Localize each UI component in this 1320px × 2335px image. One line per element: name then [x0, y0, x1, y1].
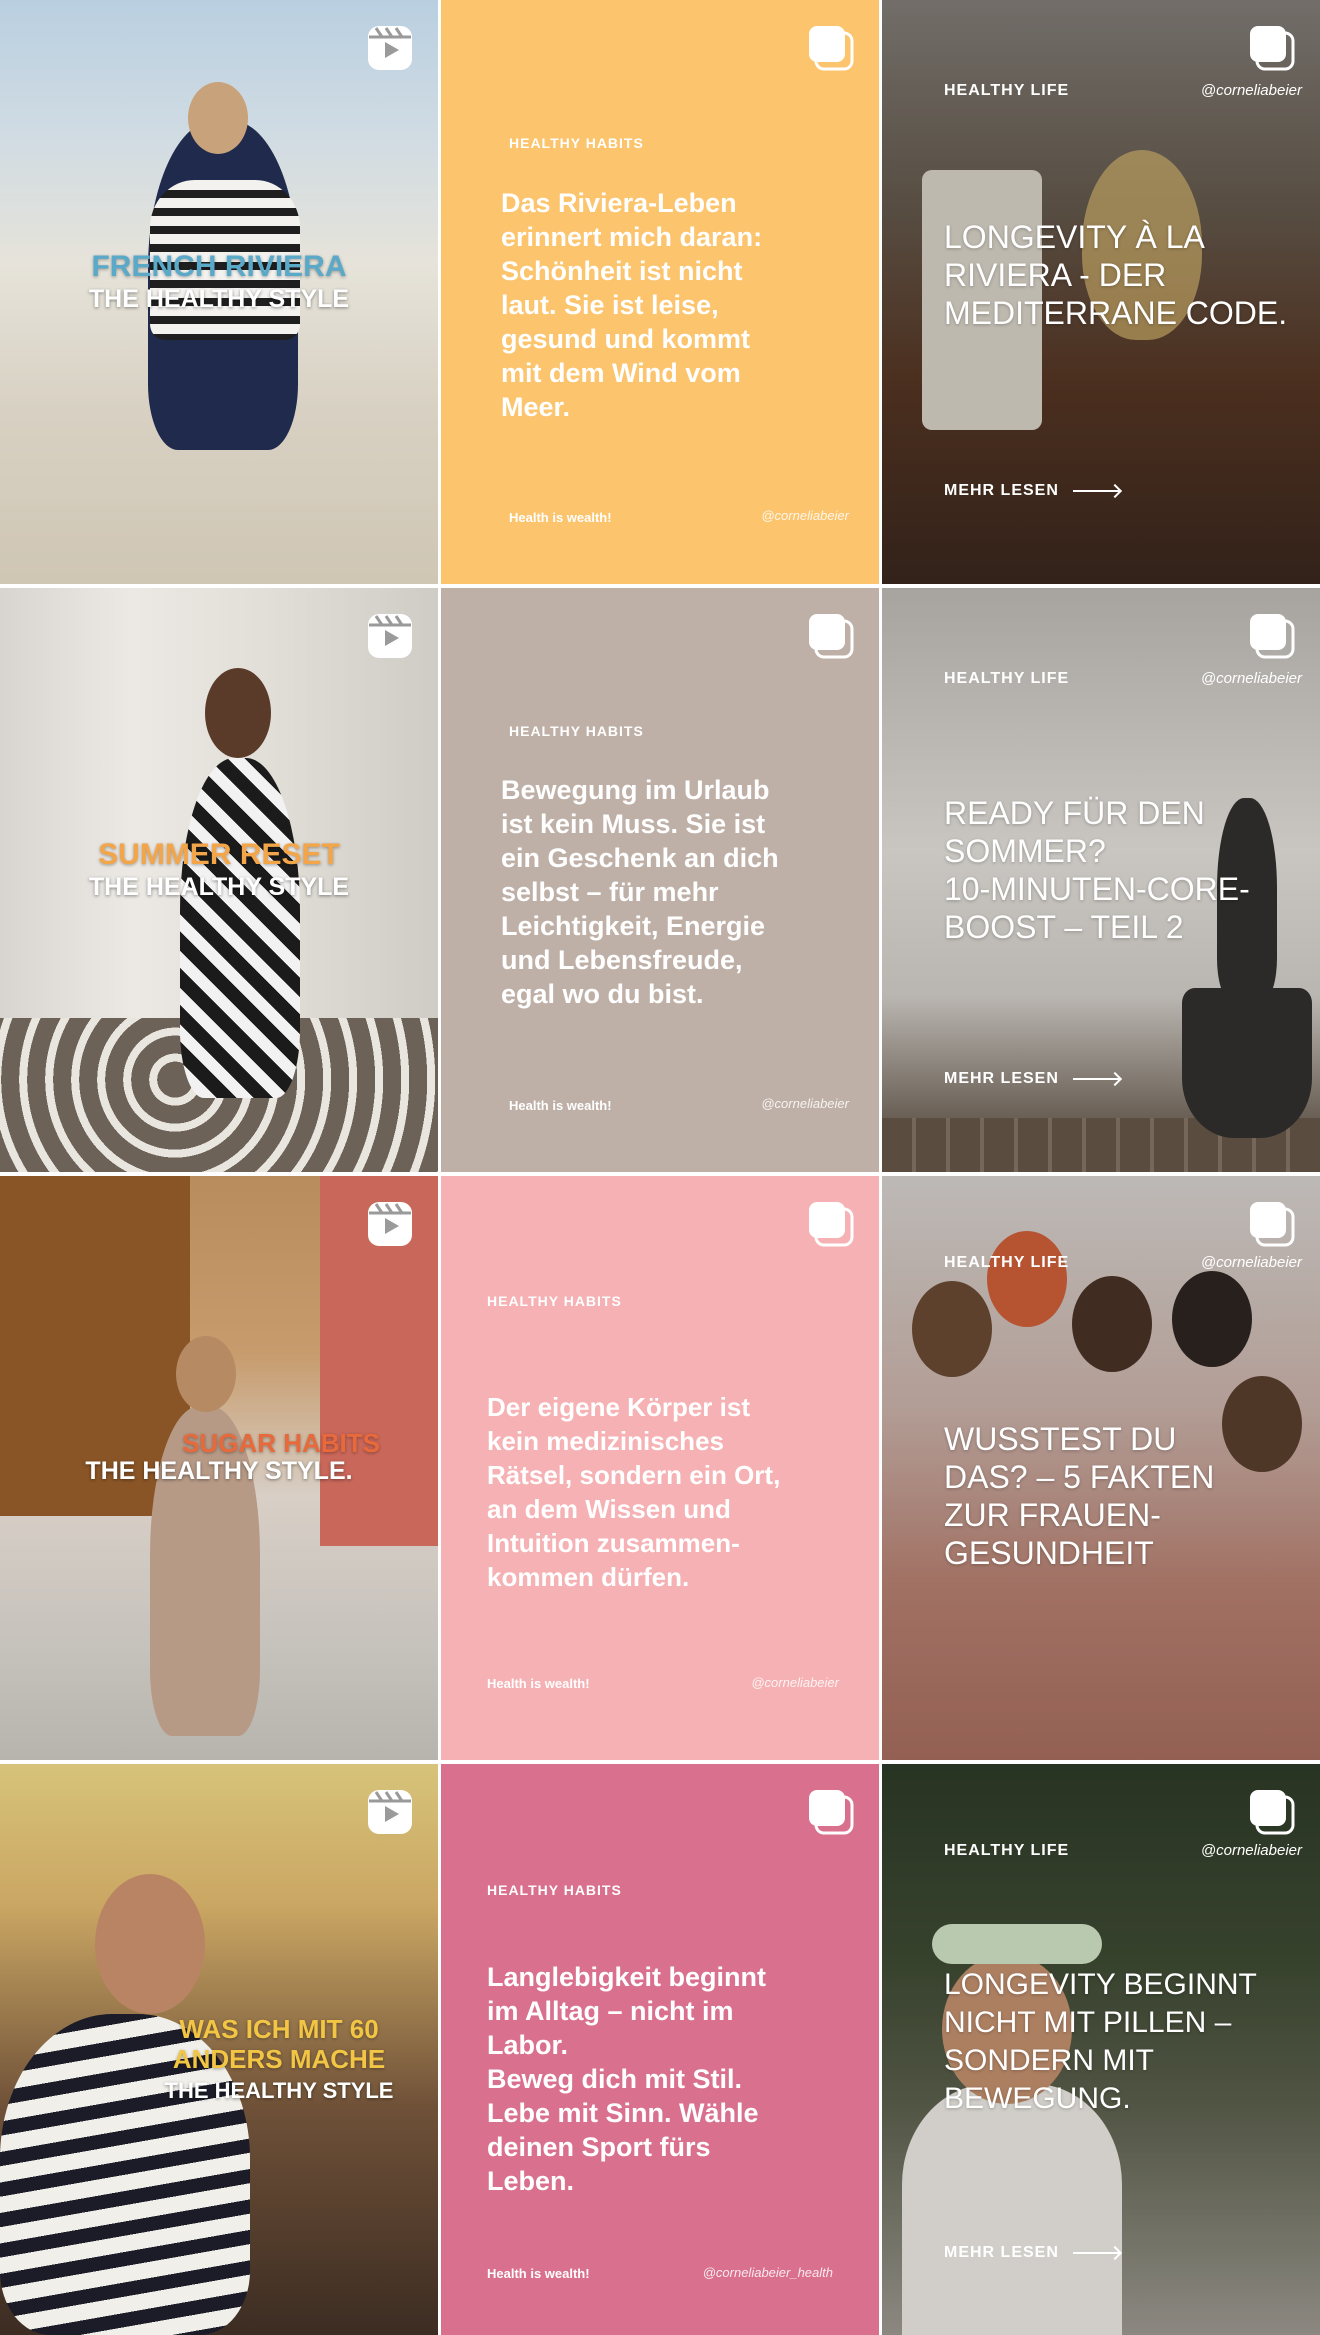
carousel-icon [807, 1200, 855, 1248]
post-reel-sugar-habits[interactable]: SUGAR HABITS THE HEALTHY STYLE. [0, 1176, 438, 1760]
post-title: READY FÜR DEN SOMMER? 10-MINUTEN-CORE- B… [944, 795, 1250, 945]
card-footer: Health is wealth! [509, 1098, 612, 1113]
reel-icon [366, 24, 414, 72]
post-longevity-riviera[interactable]: HEALTHY LIFE @corneliabeier LONGEVITY À … [882, 0, 1320, 584]
post-title: LONGEVITY À LA RIVIERA - DER MEDITERRANE… [944, 219, 1288, 331]
card-body: Langlebigkeit beginnt im Alltag – nicht … [487, 1962, 767, 2196]
card-kicker: HEALTHY HABITS [509, 135, 644, 151]
woman-head [95, 1874, 205, 2014]
reel-subtitle: THE HEALTHY STYLE [164, 2078, 394, 2103]
woman-head [176, 1336, 236, 1412]
card-body: Bewegung im Urlaub ist kein Muss. Sie is… [501, 775, 779, 1009]
post-reel-summer-reset[interactable]: SUMMER RESET THE HEALTHY STYLE [0, 588, 438, 1172]
yoga-legs [1182, 988, 1312, 1138]
card-kicker: HEALTHY HABITS [487, 1293, 622, 1309]
post-handle: @corneliabeier [1200, 82, 1302, 99]
post-card-langlebigkeit[interactable]: HEALTHY HABITS Langlebigkeit beginnt im … [441, 1764, 879, 2335]
carousel-icon [1248, 612, 1296, 660]
reel-subtitle: THE HEALTHY STYLE [88, 873, 350, 901]
post-card-bewegung-urlaub[interactable]: HEALTHY HABITS Bewegung im Urlaub ist ke… [441, 588, 879, 1172]
carousel-icon [807, 24, 855, 72]
card-handle: @corneliabeier [751, 1675, 839, 1690]
arrow-right-icon [1072, 2251, 1119, 2254]
read-more-label: MEHR LESEN [944, 2244, 1059, 2261]
card-body: Das Riviera-Leben erinnert mich daran: S… [501, 188, 763, 422]
post-card-eigener-koerper[interactable]: HEALTHY HABITS Der eigene Körper ist kei… [441, 1176, 879, 1760]
carousel-icon [1248, 24, 1296, 72]
card-kicker: HEALTHY HABITS [509, 723, 644, 739]
carousel-icon [1248, 1788, 1296, 1836]
read-more-label: MEHR LESEN [944, 482, 1059, 499]
woman-head [205, 668, 271, 758]
read-more-link[interactable]: MEHR LESEN [944, 2244, 1119, 2262]
post-longevity-bewegung[interactable]: HEALTHY LIFE @corneliabeier LONGEVITY BE… [882, 1764, 1320, 2335]
reel-title: SUMMER RESET [98, 838, 340, 871]
card-kicker: HEALTHY HABITS [487, 1882, 622, 1898]
carousel-icon [1248, 1200, 1296, 1248]
reel-subtitle: THE HEALTHY STYLE [88, 285, 350, 313]
post-ready-fuer-sommer[interactable]: HEALTHY LIFE @corneliabeier READY FÜR DE… [882, 588, 1320, 1172]
profile-post-grid: FRENCH RIVIERA THE HEALTHY STYLE HEALTHY… [0, 0, 1320, 2335]
reel-icon [366, 612, 414, 660]
reel-title: SUGAR HABITS [182, 1428, 380, 1458]
post-wusstest-du-das[interactable]: HEALTHY LIFE @corneliabeier WUSSTEST DU … [882, 1176, 1320, 1760]
read-more-link[interactable]: MEHR LESEN [944, 482, 1119, 500]
woman-head [188, 82, 248, 154]
post-kicker: HEALTHY LIFE [944, 1842, 1070, 1859]
card-handle: @corneliabeier [761, 508, 849, 523]
post-reel-french-riviera[interactable]: FRENCH RIVIERA THE HEALTHY STYLE [0, 0, 438, 584]
card-body: Der eigene Körper ist kein medizinisches… [487, 1392, 781, 1592]
post-kicker: HEALTHY LIFE [944, 670, 1070, 687]
card-handle: @corneliabeier_health [702, 2265, 833, 2280]
arrow-right-icon [1072, 1077, 1119, 1080]
reel-subtitle: THE HEALTHY STYLE. [85, 1457, 353, 1485]
reel-title-line-2: ANDERS MACHE [172, 2044, 386, 2074]
post-handle: @corneliabeier [1200, 1254, 1302, 1271]
card-handle: @corneliabeier [761, 1096, 849, 1111]
read-more-link[interactable]: MEHR LESEN [944, 1070, 1119, 1088]
reel-title: FRENCH RIVIERA [91, 250, 347, 283]
card-footer: Health is wealth! [487, 1676, 590, 1691]
post-title: LONGEVITY BEGINNT NICHT MIT PILLEN – SON… [944, 1968, 1257, 2115]
woman-dress [180, 758, 300, 1098]
post-handle: @corneliabeier [1200, 670, 1302, 687]
post-reel-was-ich-mit-60[interactable]: WAS ICH MIT 60 ANDERS MACHE THE HEALTHY … [0, 1764, 438, 2335]
post-kicker: HEALTHY LIFE [944, 1254, 1070, 1271]
read-more-label: MEHR LESEN [944, 1070, 1059, 1087]
post-handle: @corneliabeier [1200, 1842, 1302, 1859]
carousel-icon [807, 1788, 855, 1836]
card-footer: Health is wealth! [509, 510, 612, 525]
reel-title-line-1: WAS ICH MIT 60 [179, 2014, 379, 2044]
card-footer: Health is wealth! [487, 2266, 590, 2281]
reel-icon [366, 1200, 414, 1248]
reel-icon [366, 1788, 414, 1836]
carousel-icon [807, 612, 855, 660]
post-card-riviera-leben[interactable]: HEALTHY HABITS Das Riviera-Leben erinner… [441, 0, 879, 584]
post-kicker: HEALTHY LIFE [944, 82, 1070, 99]
arrow-right-icon [1072, 489, 1119, 492]
post-title: WUSSTEST DU DAS? – 5 FAKTEN ZUR FRAUEN- … [944, 1421, 1215, 1571]
